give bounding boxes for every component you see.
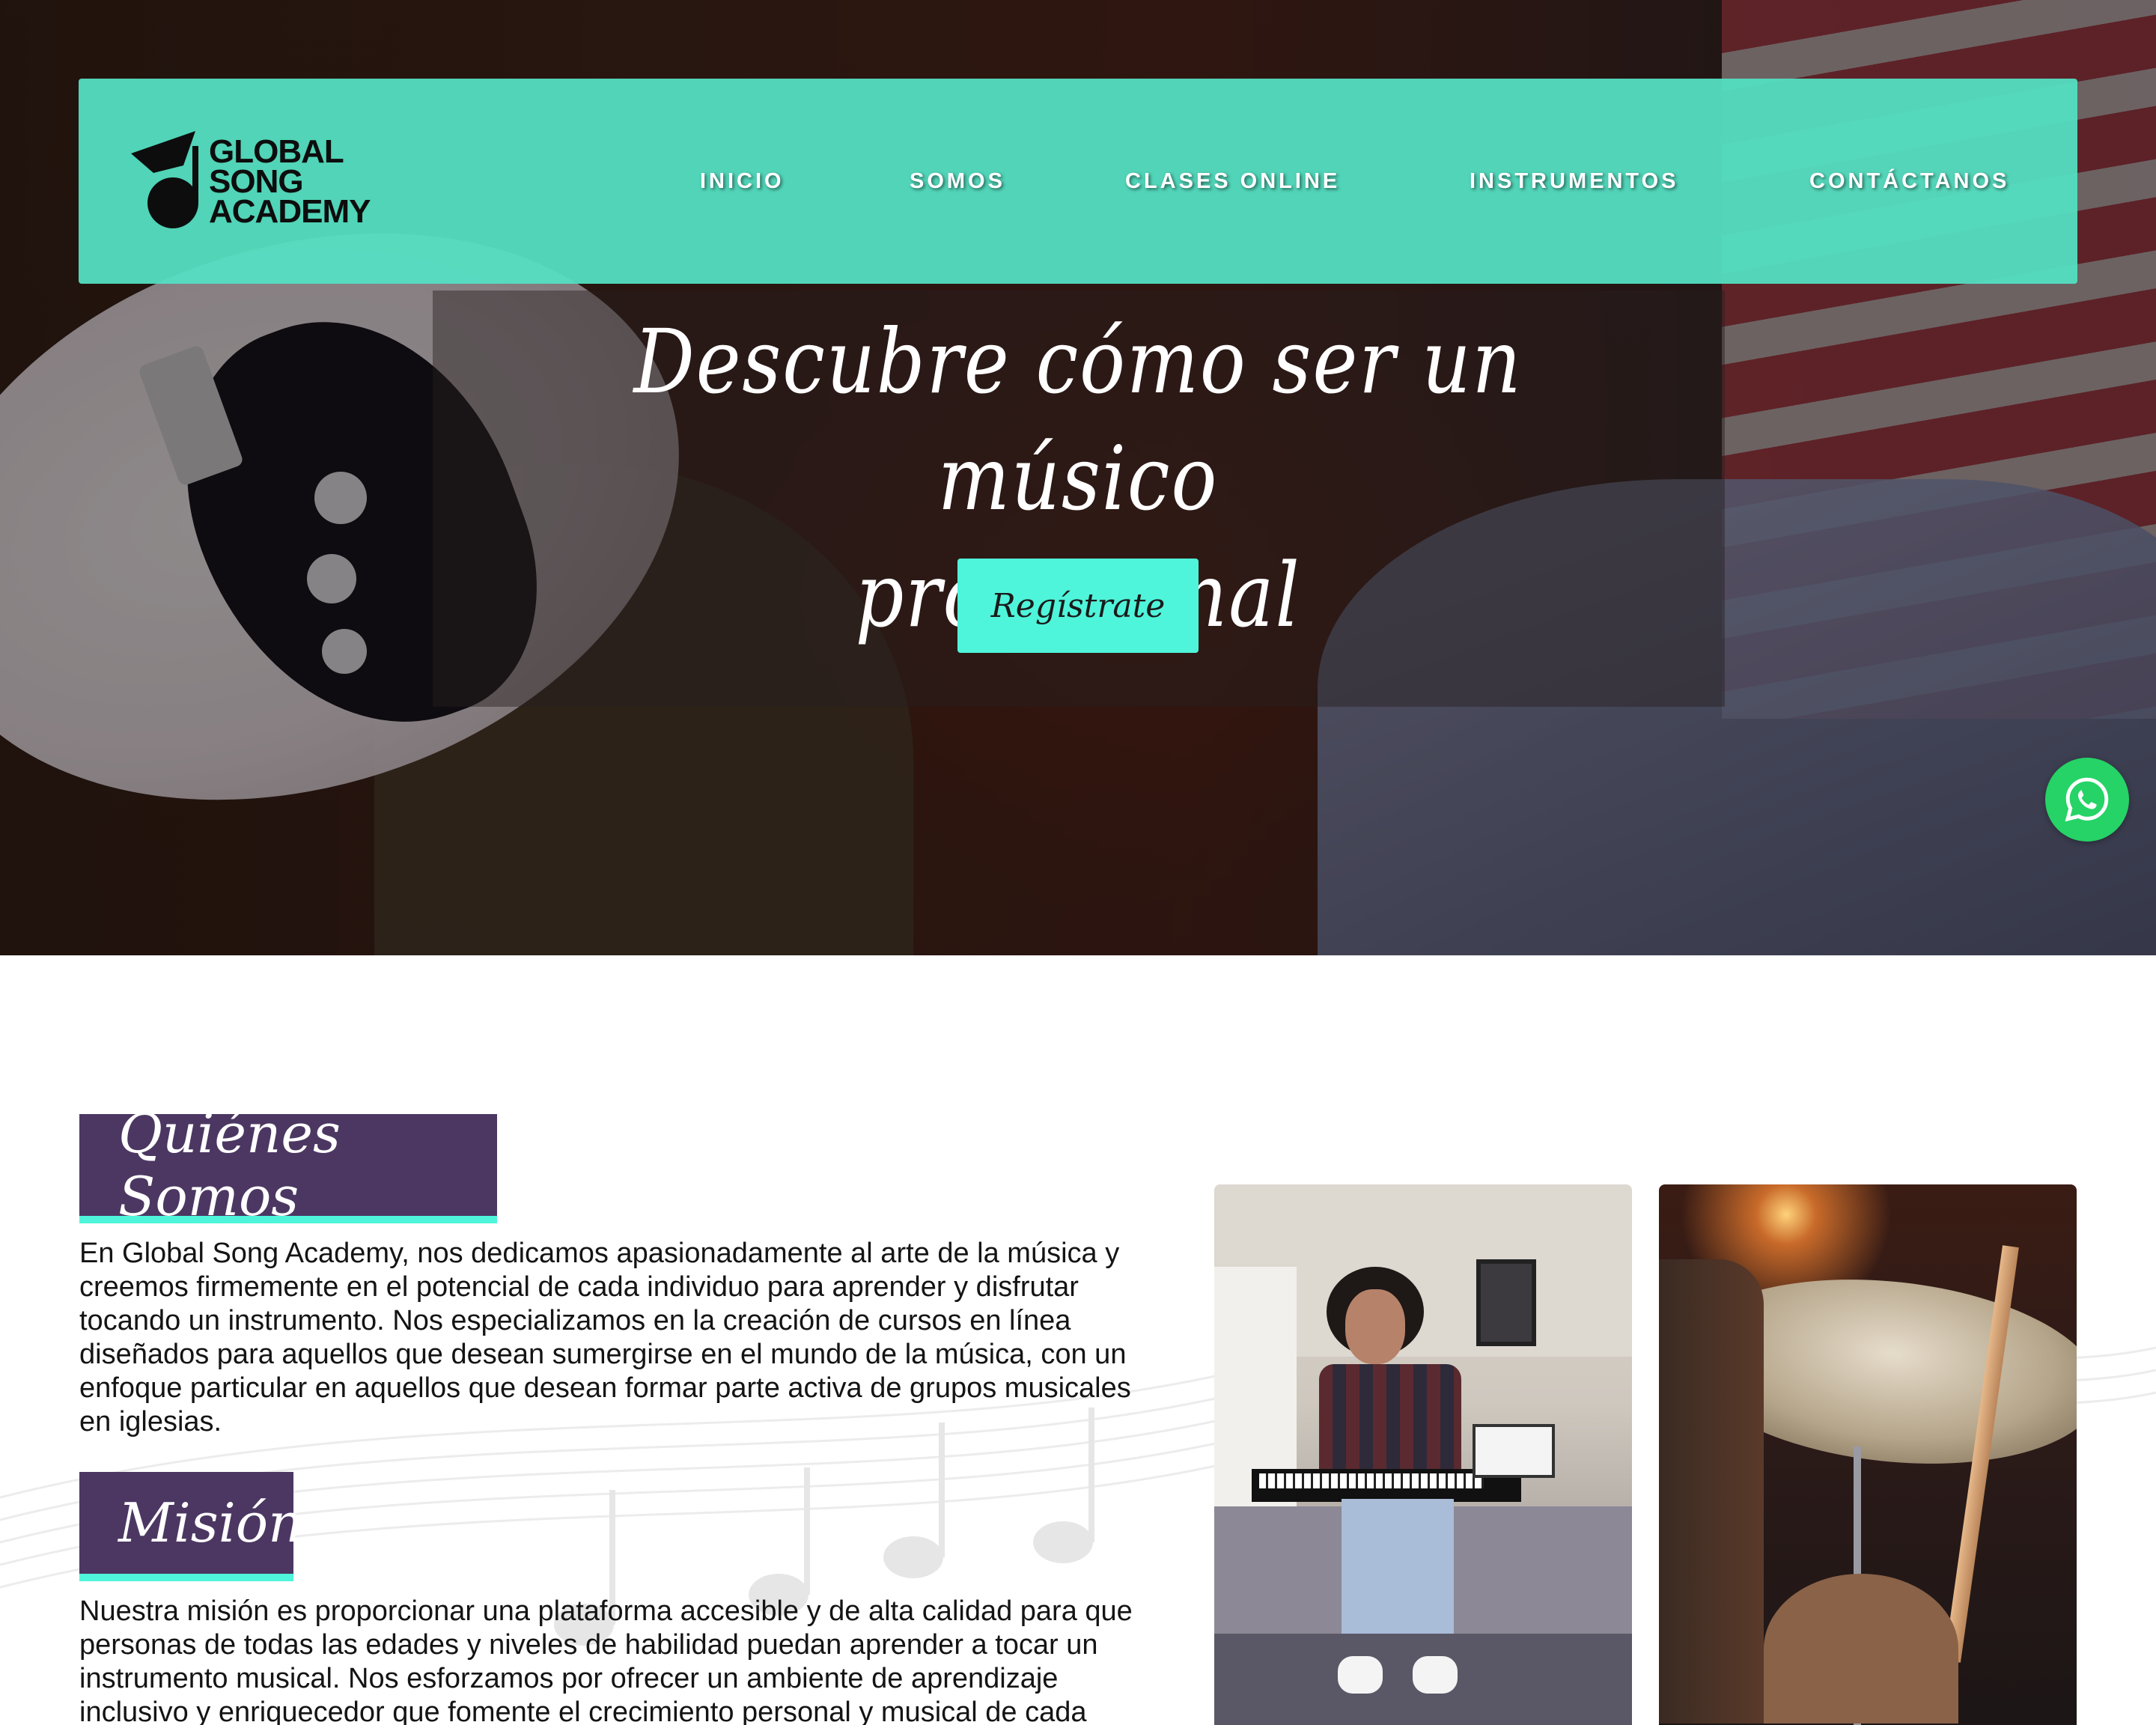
- about-text: En Global Song Academy, nos dedicamos ap…: [79, 1238, 1131, 1438]
- drummer-photo: [1659, 1184, 2077, 1725]
- about-heading: Quiénes Somos: [79, 1102, 497, 1228]
- brand-name: GLOBAL SONG ACADEMY: [209, 133, 371, 230]
- nav-item-instrumentos[interactable]: INSTRUMENTOS: [1470, 169, 1678, 194]
- mission-heading: Misión: [79, 1472, 302, 1581]
- music-note-logo-icon: [131, 131, 198, 228]
- keyboard-player-photo: [1214, 1184, 1632, 1725]
- whatsapp-icon: [2065, 777, 2109, 822]
- nav-item-clases-online[interactable]: CLASES ONLINE: [1125, 169, 1340, 194]
- nav-item-inicio[interactable]: INICIO: [700, 169, 785, 194]
- brand-logo[interactable]: GLOBAL SONG ACADEMY: [131, 131, 401, 228]
- whatsapp-button[interactable]: [2045, 758, 2129, 842]
- mission-text: Nuestra misión es proporcionar una plata…: [79, 1595, 1133, 1725]
- register-button[interactable]: Regístrate: [957, 559, 1199, 653]
- top-navigation: GLOBAL SONG ACADEMY INICIO SOMOS CLASES …: [79, 79, 2077, 284]
- nav-item-somos[interactable]: SOMOS: [910, 169, 1005, 194]
- hero-title-line-1: Descubre cómo ser un músico: [633, 310, 1523, 530]
- nav-item-contactanos[interactable]: CONTÁCTANOS: [1809, 169, 2009, 194]
